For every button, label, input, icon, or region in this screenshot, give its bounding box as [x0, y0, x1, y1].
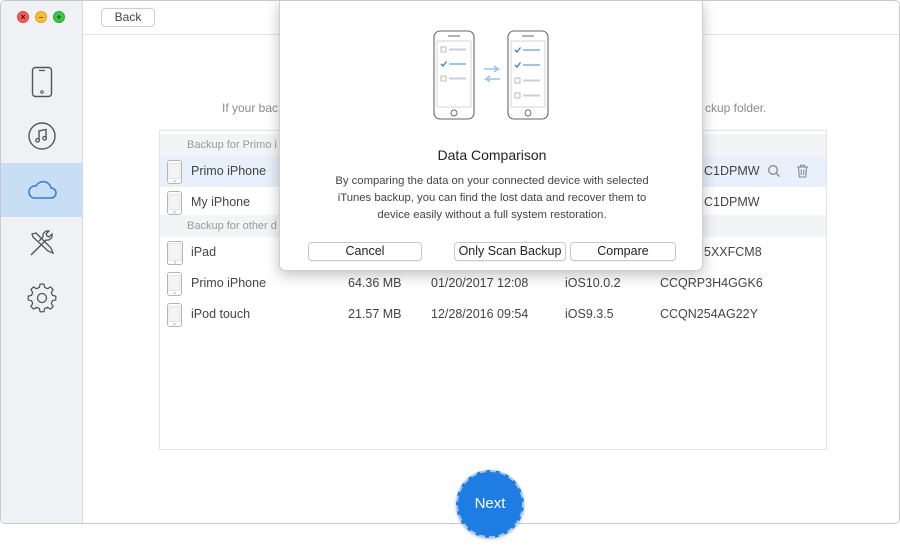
cloud-icon: [28, 180, 57, 199]
row-date: 01/20/2017 12:08: [431, 276, 529, 290]
sidebar-item-device[interactable]: [1, 55, 83, 109]
row-ios-version: iOS9.3.5: [565, 307, 614, 321]
only-scan-backup-button[interactable]: Only Scan Backup: [454, 242, 566, 261]
close-window-button[interactable]: ×: [17, 11, 29, 23]
device-comparison-illustration: [433, 30, 549, 120]
instruction-text-left: If your bac: [222, 101, 279, 115]
maximize-window-button[interactable]: +: [53, 11, 65, 23]
row-device-name: My iPhone: [191, 195, 251, 209]
back-button[interactable]: Back: [101, 8, 155, 27]
row-size: 64.36 MB: [348, 276, 402, 290]
maximize-glyph: +: [56, 12, 62, 22]
row-device-name: Primo iPhone: [191, 276, 267, 290]
phone-icon: [31, 66, 53, 98]
ipad-device-icon: [167, 241, 183, 265]
ipod-device-icon: [167, 303, 182, 327]
compare-button[interactable]: Compare: [570, 242, 676, 261]
sidebar-item-itunes[interactable]: [1, 109, 83, 163]
gear-icon: [27, 283, 57, 313]
sidebar-item-tools[interactable]: [1, 217, 83, 271]
next-button[interactable]: Next: [456, 470, 524, 538]
minimize-window-button[interactable]: –: [35, 11, 47, 23]
row-device-name: iPad: [191, 245, 217, 259]
row-device-name: iPod touch: [191, 307, 251, 321]
trash-icon[interactable]: [796, 164, 809, 178]
row-device-name: Primo iPhone: [191, 164, 267, 178]
row-size: 21.57 MB: [348, 307, 402, 321]
sidebar-item-settings[interactable]: [1, 271, 83, 325]
cancel-button[interactable]: Cancel: [308, 242, 422, 261]
minimize-glyph: –: [38, 12, 44, 22]
app-window: × – + Back If your bac ckup folder. Back…: [0, 0, 900, 524]
iphone-device-icon: [167, 191, 182, 215]
row-serial: CCQRP3H4GGK6: [660, 276, 763, 290]
row-serial: C1DPMW: [704, 164, 760, 178]
tools-icon: [30, 230, 55, 256]
dialog-title: Data Comparison: [437, 147, 547, 163]
table-row[interactable]: Primo iPhone 64.36 MB 01/20/2017 12:08 i…: [160, 268, 826, 299]
row-date: 12/28/2016 09:54: [431, 307, 529, 321]
sidebar-item-icloud[interactable]: [1, 163, 83, 217]
instruction-text-right: ckup folder.: [705, 101, 767, 115]
music-note-icon: [28, 122, 56, 150]
window-shadow-area: [0, 524, 900, 547]
row-serial: 5XXFCM8: [704, 245, 762, 259]
row-ios-version: iOS10.0.2: [565, 276, 621, 290]
data-comparison-dialog: Data Comparison By comparing the data on…: [279, 1, 703, 271]
row-serial: C1DPMW: [704, 195, 760, 209]
iphone-device-icon: [167, 272, 182, 296]
iphone-device-icon: [167, 160, 182, 184]
sidebar: × – +: [1, 1, 83, 523]
table-row[interactable]: iPod touch 21.57 MB 12/28/2016 09:54 iOS…: [160, 299, 826, 330]
close-glyph: ×: [20, 12, 26, 22]
search-icon[interactable]: [767, 164, 781, 178]
dialog-description: By comparing the data on your connected …: [335, 175, 649, 221]
row-serial: CCQN254AG22Y: [660, 307, 758, 321]
